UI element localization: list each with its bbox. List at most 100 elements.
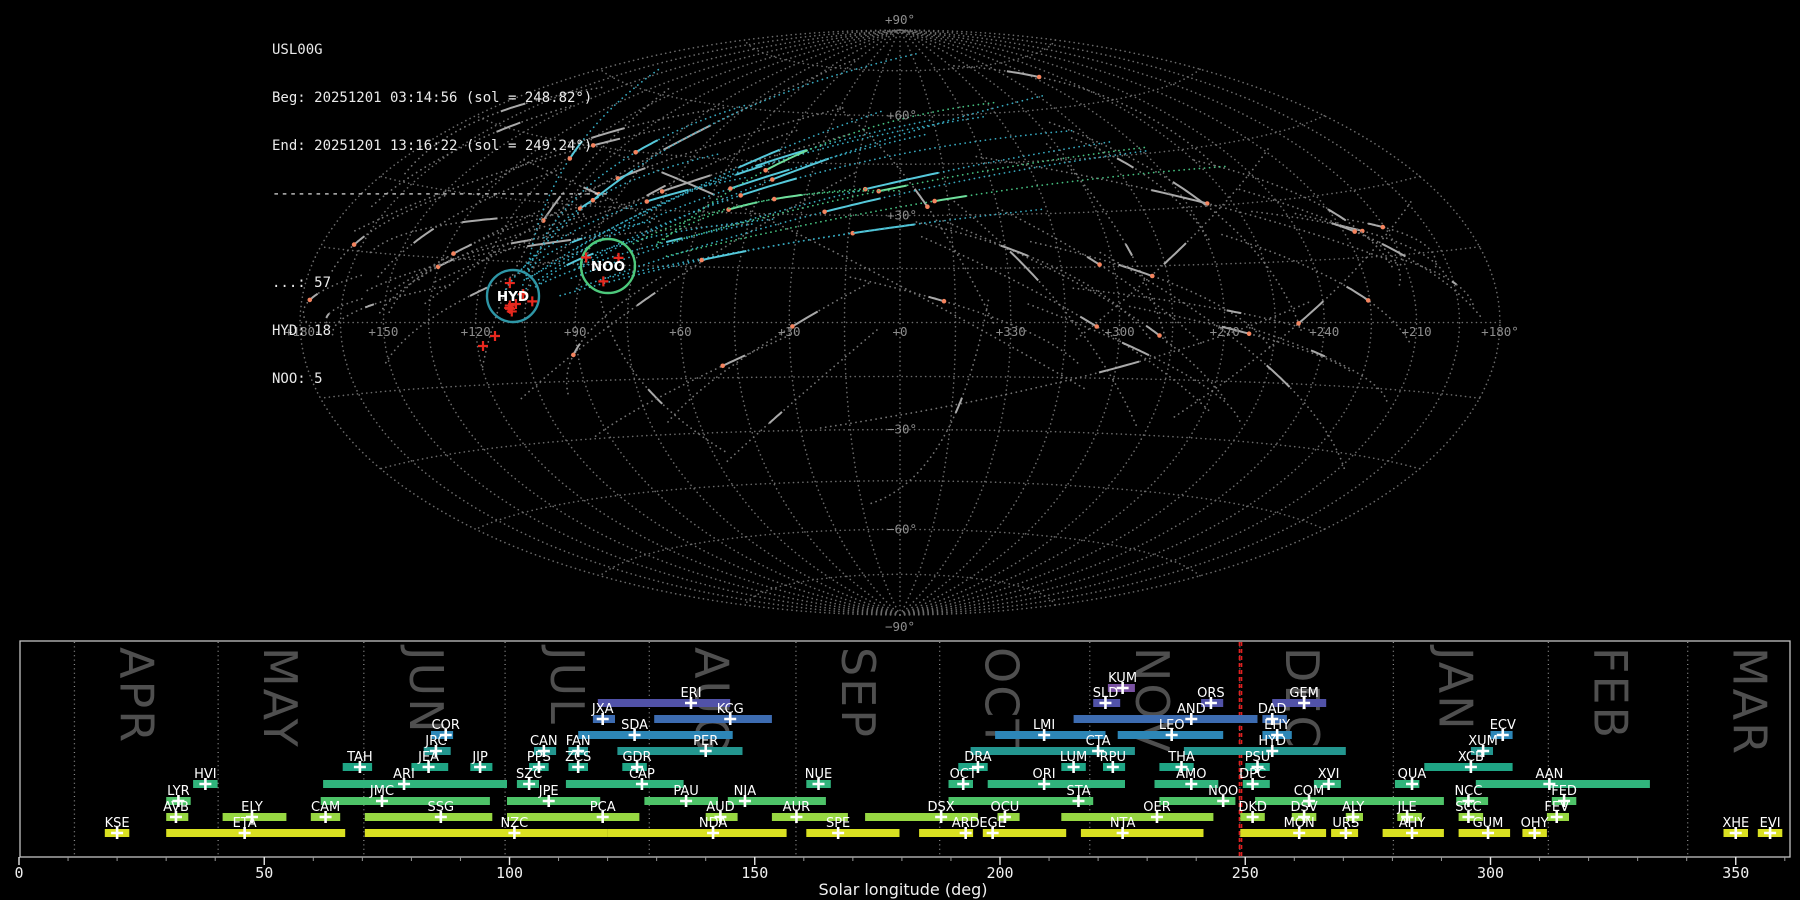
shower-code-label: LMI: [1033, 718, 1055, 733]
axis-tick-label: 150: [741, 864, 768, 882]
shower-code-label: MON: [1284, 816, 1315, 831]
meteor-tip-dot: [699, 257, 704, 263]
shower-code-label: DPC: [1239, 767, 1266, 782]
month-label: JAN: [1428, 644, 1482, 732]
shower-bar-eri: [597, 699, 731, 707]
meteor-streak: [701, 250, 747, 262]
shower-code-label: FEV: [1544, 800, 1569, 815]
meteor-tip-dot: [1097, 262, 1102, 267]
shower-code-label: ECV: [1490, 718, 1516, 733]
shower-code-label: SSG: [428, 800, 455, 815]
meteor-streak: [728, 201, 758, 211]
meteor-streak: [774, 193, 802, 201]
shower-code-label: CAN: [530, 734, 558, 749]
shower-code-label: RPU: [1100, 750, 1126, 765]
meteor-streak: [1451, 280, 1457, 286]
shower-code-label: GUM: [1473, 816, 1504, 831]
shower-bar-ori: [987, 780, 1125, 788]
shower-code-label: HYD: [1258, 734, 1286, 749]
meteor-streak: [1172, 181, 1207, 206]
count-sporadic: ...: 57: [272, 275, 332, 291]
shower-code-label: KCG: [717, 702, 744, 717]
meteor-streak: [768, 411, 783, 424]
meteor-trail: [1171, 201, 1412, 420]
shower-code-label: EVI: [1760, 816, 1781, 831]
axis-tick-label: 250: [1232, 864, 1259, 882]
meteor-streak: [1345, 285, 1369, 302]
meteor-streak: [1121, 341, 1150, 357]
meteor-streak: [1116, 157, 1134, 169]
meteor-trail: [1048, 121, 1304, 336]
shower-code-label: PSU: [1245, 750, 1271, 765]
month-label: SEP: [831, 647, 885, 739]
shower-code-label: NTA: [1110, 816, 1136, 831]
meteor-tip-dot: [822, 209, 827, 215]
shower-code-label: AVB: [163, 800, 189, 815]
shower-code-label: DKD: [1238, 800, 1267, 815]
meteor-tip-dot: [633, 150, 638, 155]
shower-code-label: LYR: [167, 784, 190, 799]
meteor-trail: [573, 129, 1073, 268]
shower-code-label: JLE: [1396, 800, 1416, 815]
shower-bar-jmc: [320, 797, 490, 805]
shower-code-label: PCA: [590, 800, 616, 815]
meteor-trail: [942, 220, 1227, 401]
shower-code-label: AAN: [1535, 767, 1563, 782]
meteor-tip-dot: [771, 196, 777, 202]
shower-code-label: AUD: [706, 800, 734, 815]
shower-code-label: GDR: [622, 750, 651, 765]
meteor-tip-dot: [738, 193, 743, 198]
meteor-streak: [934, 195, 967, 203]
ecliptic-longitude-label: +180°: [1481, 324, 1519, 339]
meteor-tip-dot: [644, 199, 650, 204]
meteor-trail: [726, 329, 878, 463]
shower-code-label: ARI: [393, 767, 415, 782]
shower-code-label: XVI: [1318, 767, 1340, 782]
meteor-tip-dot: [1036, 74, 1042, 80]
shower-code-label: ORS: [1197, 686, 1225, 701]
shower-code-label: NUE: [805, 767, 832, 782]
shower-code-label: DRA: [964, 750, 992, 765]
meteor-tip-dot: [728, 186, 733, 191]
begin-time: Beg: 20251201 03:14:56 (sol = 248.82°): [272, 90, 593, 106]
meteor-streak: [1124, 243, 1133, 257]
shower-bar-spe: [806, 829, 900, 837]
shower-code-label: JIP: [471, 750, 488, 765]
shower-code-label: HVI: [194, 767, 217, 782]
meteor-tip-dot: [659, 189, 665, 194]
meteor-trail: [1251, 210, 1448, 278]
shower-code-label: CTA: [1086, 734, 1111, 749]
shower-code-label: AMO: [1176, 767, 1206, 782]
meteor-trail: [666, 282, 870, 424]
month-label: FEB: [1583, 647, 1637, 740]
shower-code-label: XCB: [1458, 750, 1484, 765]
count-hyd: HYD: 18: [272, 323, 332, 339]
axis-tick-label: 350: [1722, 864, 1749, 882]
meteor-streak: [755, 148, 808, 168]
shower-bar-kcg: [654, 715, 772, 723]
shower-code-label: ALY: [1342, 800, 1364, 815]
meteor-tip-dot: [763, 168, 768, 173]
meteor-streak: [1381, 243, 1406, 258]
ecliptic-latitude-label: −30°: [887, 422, 917, 437]
shower-code-label: CAM: [311, 800, 340, 815]
meteor-streak: [1297, 300, 1324, 325]
shower-bar-nzc: [364, 829, 608, 837]
axis-tick-label: 100: [496, 864, 523, 882]
shower-code-label: SLD: [1093, 686, 1119, 701]
count-noo: NOO: 5: [272, 371, 323, 387]
meteor-streak: [740, 177, 798, 197]
shower-code-label: OCU: [990, 800, 1019, 815]
shower-code-label: GEM: [1289, 686, 1319, 701]
meteor-tip-dot: [1094, 324, 1099, 329]
meteor-tip-dot: [941, 298, 947, 304]
shower-code-label: DSX: [928, 800, 955, 815]
shower-bar-nda: [607, 829, 787, 837]
meteor-trail: [599, 296, 730, 455]
meteor-trail: [915, 221, 1152, 340]
ecliptic-longitude-label: +30: [778, 324, 801, 339]
meteor-trail: [1248, 326, 1389, 407]
shower-code-label: ELY: [241, 800, 263, 815]
separator-line: ----------------------------------------: [272, 186, 610, 202]
shower-code-label: EGE: [979, 816, 1006, 831]
